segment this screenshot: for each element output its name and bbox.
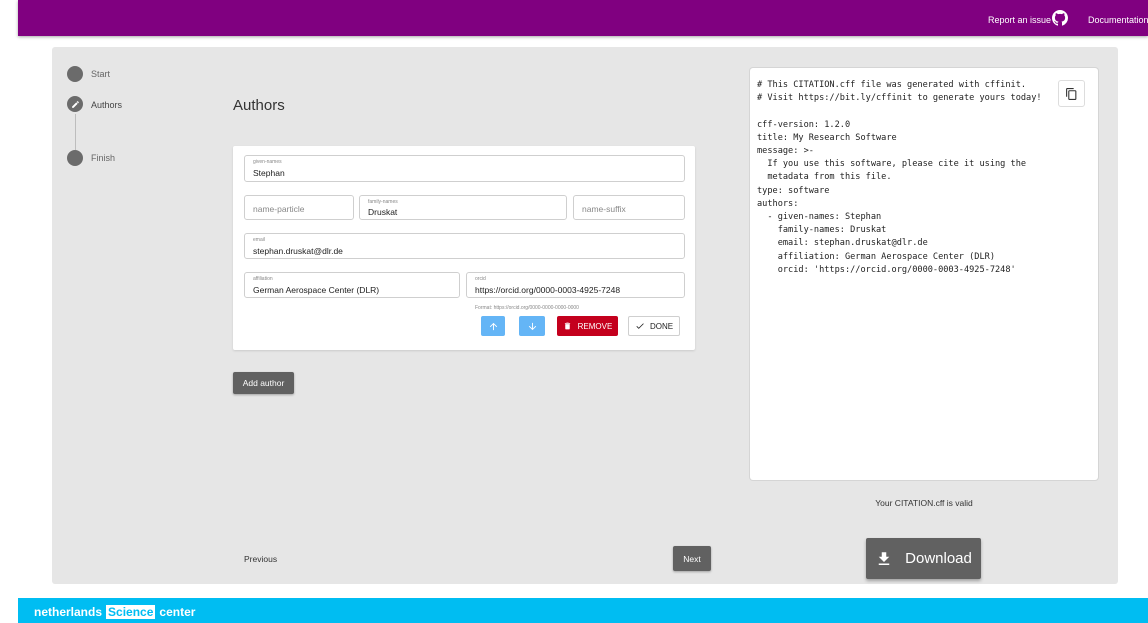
step-start-label[interactable]: Start xyxy=(91,69,110,79)
download-label: Download xyxy=(905,550,972,567)
trash-icon xyxy=(564,322,570,330)
github-icon[interactable] xyxy=(1052,10,1068,26)
step-finish-icon[interactable] xyxy=(67,150,83,166)
affiliation-field[interactable]: affiliation German Aerospace Center (DLR… xyxy=(244,272,460,298)
done-label: DONE xyxy=(649,321,674,331)
email-value: stephan.druskat@dlr.de xyxy=(253,246,343,256)
orcid-value: https://orcid.org/0000-0003-4925-7248 xyxy=(475,285,621,295)
given-names-value: Stephan xyxy=(253,168,285,178)
move-down-button[interactable] xyxy=(519,316,545,336)
email-label: email xyxy=(253,237,265,243)
name-suffix-field[interactable]: name-suffix xyxy=(573,195,685,220)
documentation-link[interactable]: Documentation xyxy=(1088,15,1148,25)
move-up-button[interactable] xyxy=(481,316,505,336)
validation-message: Your CITATION.cff is valid xyxy=(875,498,973,508)
copy-button[interactable] xyxy=(1058,80,1085,107)
name-particle-field[interactable]: name-particle xyxy=(244,195,354,220)
remove-label: REMOVE xyxy=(577,321,613,331)
arrow-up-icon xyxy=(489,322,497,330)
orcid-format-hint: Format: https://orcid.org/0000-0000-0000… xyxy=(475,305,579,311)
family-names-value: Druskat xyxy=(368,207,398,217)
name-suffix-placeholder: name-suffix xyxy=(582,204,626,214)
family-names-field[interactable]: family-names Druskat xyxy=(359,195,567,220)
arrow-down-icon xyxy=(528,322,536,330)
top-bar xyxy=(18,0,1148,36)
pencil-icon[interactable] xyxy=(67,96,83,112)
download-icon xyxy=(878,551,890,565)
next-button[interactable]: Next xyxy=(673,546,711,571)
nlesc-logo[interactable]: netherlands Science center xyxy=(34,605,195,619)
download-button[interactable]: Download xyxy=(866,538,981,579)
name-particle-placeholder: name-particle xyxy=(253,204,305,214)
add-author-button[interactable]: Add author xyxy=(233,372,294,394)
given-names-field[interactable]: given-names Stephan xyxy=(244,155,685,182)
page-title: Authors xyxy=(233,97,285,114)
citation-cff-box: # This CITATION.cff file was generated w… xyxy=(750,68,1098,480)
email-field[interactable]: email stephan.druskat@dlr.de xyxy=(244,233,685,259)
logo-text-2: Science xyxy=(106,605,156,619)
check-icon xyxy=(636,323,644,329)
report-issue-link[interactable]: Report an issue xyxy=(988,15,1051,25)
given-names-label: given-names xyxy=(253,159,282,165)
previous-button[interactable]: Previous xyxy=(244,554,277,564)
step-start-icon[interactable] xyxy=(67,66,83,82)
remove-button[interactable]: REMOVE xyxy=(557,316,618,336)
affiliation-label: affiliation xyxy=(253,276,273,282)
logo-text-1: netherlands xyxy=(34,605,103,619)
step-finish-label[interactable]: Finish xyxy=(91,153,115,163)
step-authors-label[interactable]: Authors xyxy=(91,100,122,110)
done-button[interactable]: DONE xyxy=(628,316,680,336)
orcid-label: orcid xyxy=(475,276,486,282)
orcid-field[interactable]: orcid https://orcid.org/0000-0003-4925-7… xyxy=(466,272,685,298)
copy-icon xyxy=(1066,87,1077,100)
citation-cff-text: # This CITATION.cff file was generated w… xyxy=(757,80,1042,275)
logo-text-3: center xyxy=(159,605,196,619)
affiliation-value: German Aerospace Center (DLR) xyxy=(253,285,380,295)
family-names-label: family-names xyxy=(368,199,398,205)
stepper-connector xyxy=(75,114,76,150)
